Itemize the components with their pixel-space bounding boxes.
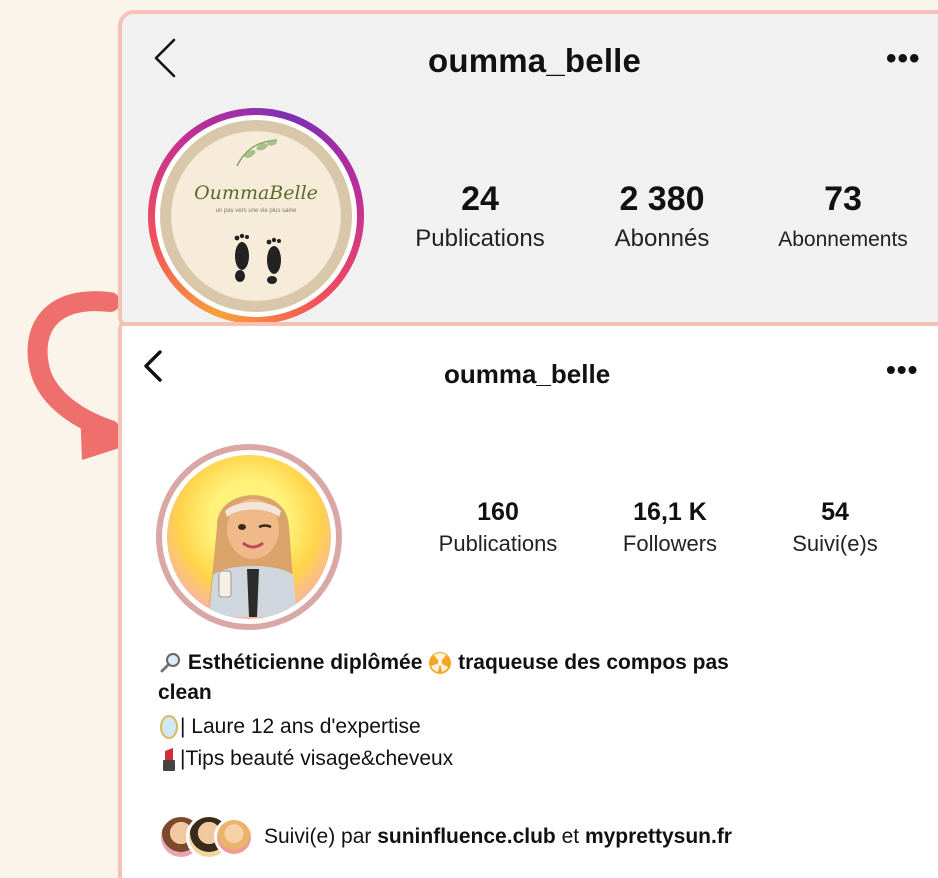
follower-link-suninfluence[interactable]: suninfluence.club — [377, 825, 556, 849]
follower-link-myprettysun[interactable]: myprettysun.fr — [585, 825, 732, 849]
lipstick-icon — [163, 748, 175, 771]
stat-value: 54 — [821, 498, 849, 526]
leaf-icon — [236, 139, 278, 167]
followed-by-prefix: Suivi(e) par — [264, 825, 372, 848]
stat-abonnes[interactable]: 2 380 Abonnés — [592, 180, 732, 253]
stat-value: 16,1 K — [633, 498, 707, 526]
stat-label: Publications — [438, 531, 558, 556]
logo-tagline: un pas vers une vie plus saine — [215, 208, 297, 214]
stat-label: Publications — [415, 225, 545, 252]
profile-card-after: oumma_belle ••• 160 Publications 16,1 K … — [118, 322, 938, 878]
mirror-icon — [160, 715, 178, 739]
bio-line-3: | Laure 12 ans d'expertise — [180, 715, 421, 738]
stat-value: 24 — [461, 180, 499, 218]
avatar — [214, 817, 254, 857]
more-options-icon[interactable]: ••• — [886, 354, 918, 386]
bio-line-1b: traqueuse des compos pas — [458, 651, 729, 674]
stat-value: 160 — [477, 498, 519, 526]
logo-image: OummaBelle un pas vers une vie plus sain… — [160, 120, 352, 312]
followed-by-conjunction: et — [561, 825, 580, 848]
bio-line-1a: Esthéticienne diplômée — [187, 651, 423, 674]
stat-abonnements[interactable]: 73 Abonnements — [758, 180, 928, 252]
avatar[interactable]: OummaBelle un pas vers une vie plus sain… — [148, 108, 364, 324]
magnifying-glass-icon — [160, 653, 180, 673]
stat-publications[interactable]: 24 Publications — [398, 180, 562, 253]
stat-followers[interactable]: 16,1 K Followers — [602, 498, 738, 557]
stat-value: 73 — [824, 180, 862, 218]
bitmoji-avatar-image — [167, 455, 331, 619]
stat-label: Abonnements — [778, 228, 908, 251]
profile-bio: Esthéticienne diplômée traqueuse des com… — [158, 648, 918, 774]
stat-suivis[interactable]: 54 Suivi(e)s — [770, 498, 900, 557]
footprints-icon — [234, 233, 281, 284]
logo-text: OummaBelle — [194, 182, 318, 204]
stat-label: Abonnés — [614, 225, 710, 252]
profile-card-before: oumma_belle ••• OummaBelle un pas vers u… — [118, 10, 938, 332]
stat-label: Followers — [622, 531, 718, 556]
back-chevron-icon[interactable] — [152, 36, 178, 80]
follower-avatars — [158, 814, 264, 860]
back-chevron-icon[interactable] — [142, 346, 164, 386]
stat-publications[interactable]: 160 Publications — [418, 498, 578, 557]
avatar[interactable] — [156, 444, 342, 630]
bio-line-4: |Tips beauté visage&cheveux — [180, 747, 454, 770]
profile-username: oumma_belle — [444, 359, 611, 389]
more-options-icon[interactable]: ••• — [886, 42, 921, 76]
followed-by[interactable]: Suivi(e) par suninfluence.club et mypret… — [158, 814, 732, 860]
bio-line-2: clean — [158, 681, 212, 704]
stat-label: Suivi(e)s — [792, 531, 878, 556]
profile-username: oumma_belle — [428, 42, 642, 79]
stat-value: 2 380 — [619, 180, 705, 218]
bitmoji-icon — [209, 495, 297, 617]
radioactive-icon — [429, 652, 452, 675]
